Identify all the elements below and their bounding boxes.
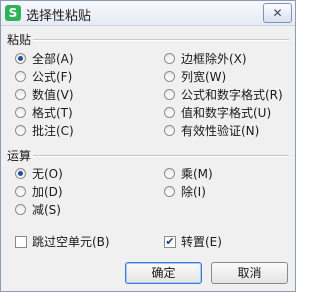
radio-comments[interactable] [15,125,26,136]
operation-group-divider [33,155,289,157]
cancel-button[interactable]: 取消 [211,262,288,284]
app-icon: S [5,5,21,21]
paste-option-all-except-borders-label: 边框除外(X) [181,52,247,66]
radio-subtract[interactable] [15,204,26,215]
paste-special-dialog: S 选择性粘贴 ✕ 粘贴 全部(A) 公式(F) 数值(V) 格式(T) 批注(… [0,0,296,292]
radio-add[interactable] [15,186,26,197]
operation-option-none-label: 无(O) [32,167,63,181]
radio-values-and-number-formats[interactable] [164,107,175,118]
paste-group-label: 粘贴 [7,33,32,47]
radio-formats[interactable] [15,107,26,118]
paste-option-comments-label: 批注(C) [32,124,74,138]
transpose-label: 转置(E) [181,235,222,249]
operation-option-subtract-label: 减(S) [32,203,61,217]
transpose-checkbox[interactable]: ✔ [164,236,176,248]
radio-validation[interactable] [164,125,175,136]
skip-blanks-checkbox[interactable] [15,236,27,248]
paste-option-values-and-number-formats-label: 值和数字格式(U) [181,106,272,120]
operation-option-add-label: 加(D) [32,185,63,199]
radio-all[interactable] [15,53,26,64]
close-button[interactable]: ✕ [263,3,292,23]
paste-option-values-label: 数值(V) [32,88,74,102]
radio-formulas-and-number-formats[interactable] [164,89,175,100]
operation-option-divide-label: 除(I) [181,185,206,199]
radio-column-widths[interactable] [164,71,175,82]
paste-group-divider [33,39,289,41]
paste-option-formulas-and-number-formats-label: 公式和数字格式(R) [181,88,283,102]
paste-option-column-widths-label: 列宽(W) [181,70,227,84]
radio-formulas[interactable] [15,71,26,82]
paste-option-formats-label: 格式(T) [32,106,73,120]
radio-multiply[interactable] [164,168,175,179]
ok-button[interactable]: 确定 [125,262,202,284]
operation-group-label: 运算 [7,149,32,163]
paste-option-validation-label: 有效性验证(N) [181,124,260,138]
window-title: 选择性粘贴 [26,9,92,24]
close-icon: ✕ [272,6,283,20]
skip-blanks-label: 跳过空单元(B) [32,235,110,249]
radio-values[interactable] [15,89,26,100]
operation-option-multiply-label: 乘(M) [181,167,213,181]
paste-option-formulas-label: 公式(F) [32,70,73,84]
paste-option-all-label: 全部(A) [32,52,74,66]
title-bar[interactable]: S 选择性粘贴 ✕ [1,1,295,26]
radio-none[interactable] [15,168,26,179]
radio-all-except-borders[interactable] [164,53,175,64]
radio-divide[interactable] [164,186,175,197]
